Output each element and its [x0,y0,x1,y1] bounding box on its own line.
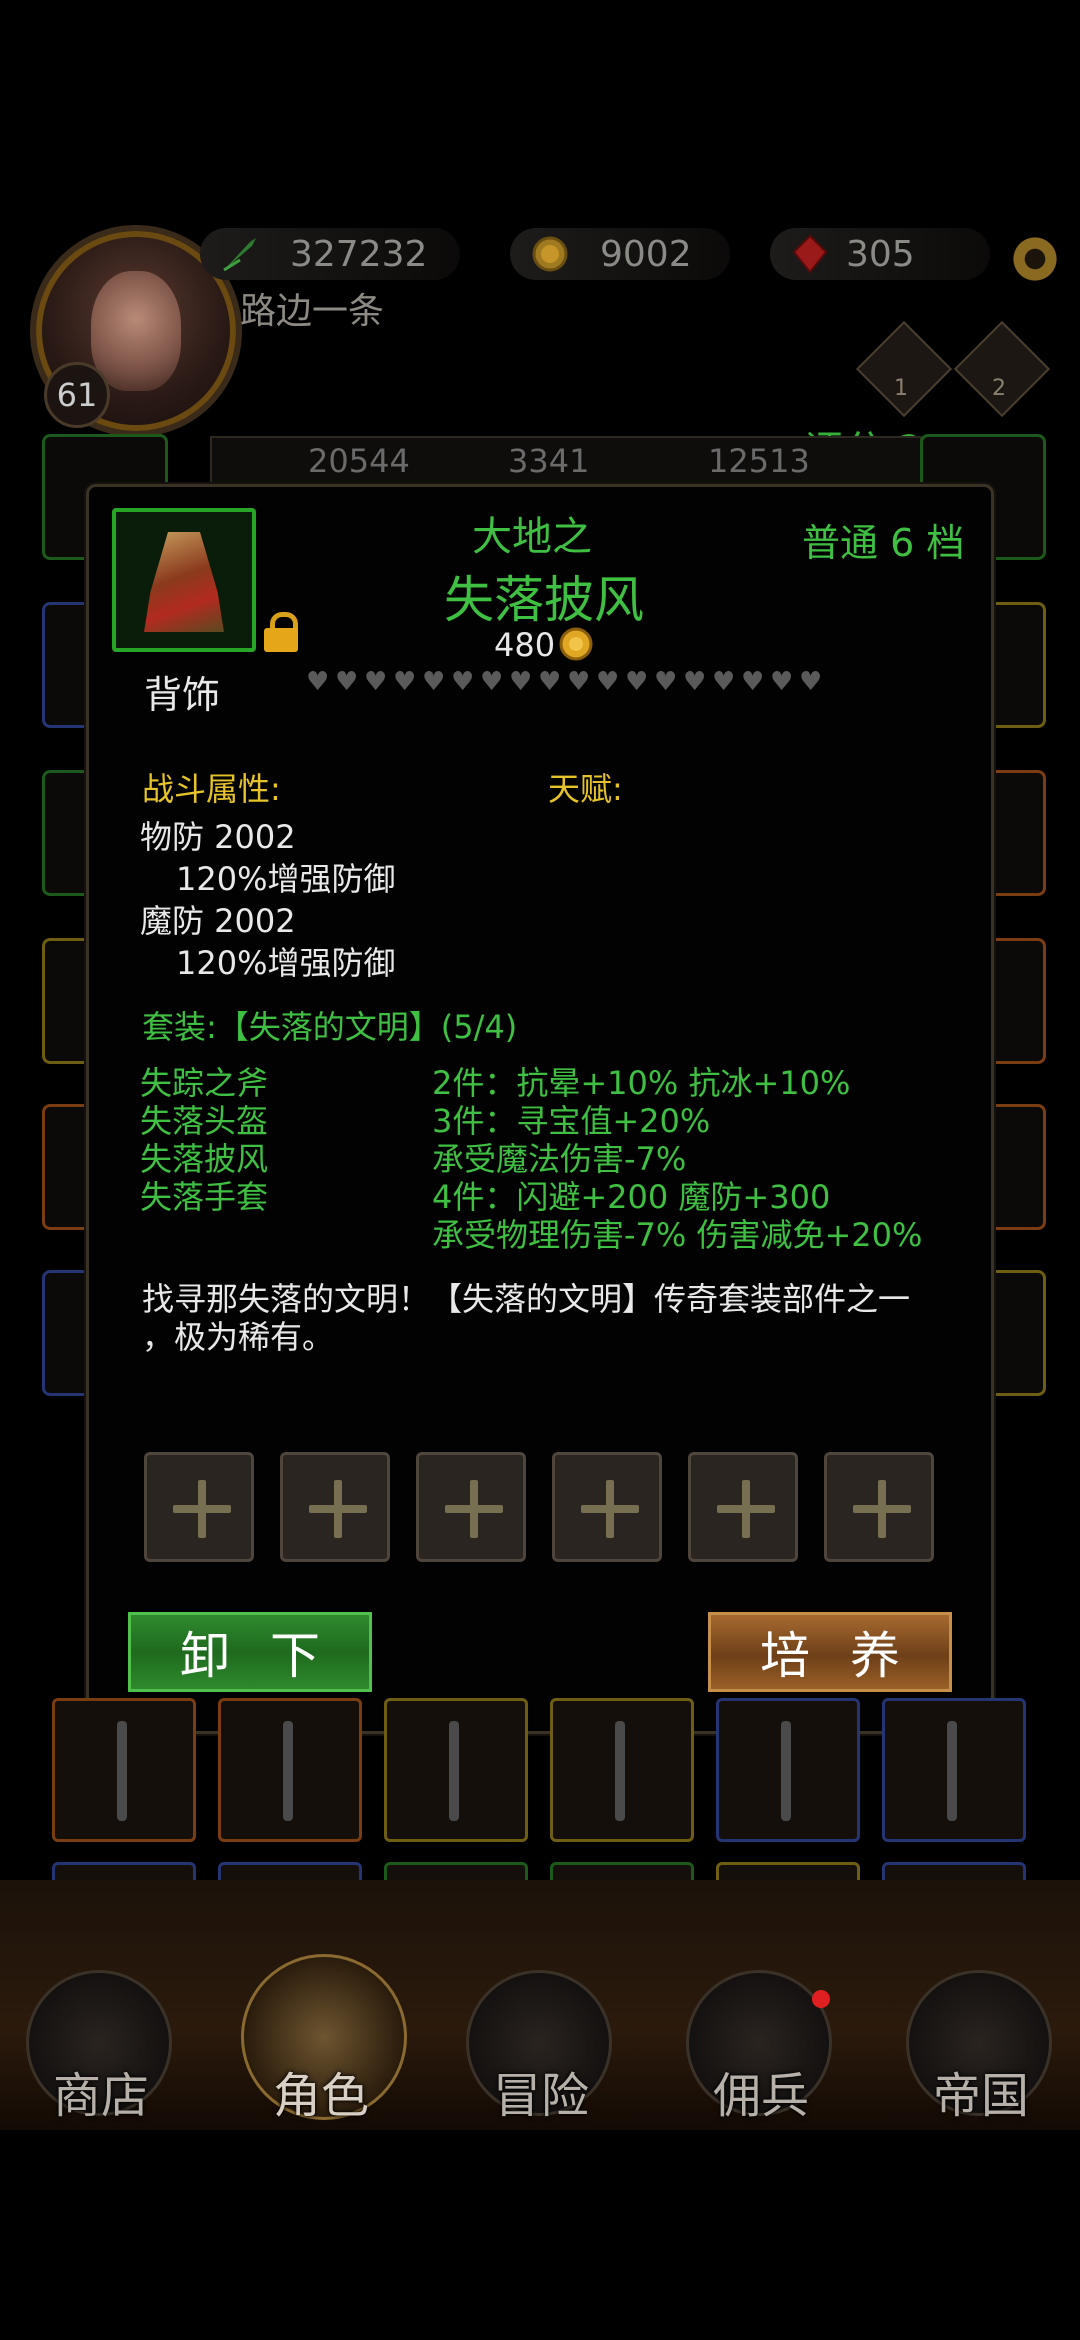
heart-icon: ♥ [509,667,533,697]
item-description-line2: ，极为稀有。 [142,1318,335,1356]
bg-stat-2: 3341 [508,442,590,480]
slot-label: 背饰 [144,673,221,717]
gem-stat: 305 [770,228,990,280]
stat-physical-defense: 物防 2002 [140,818,296,856]
heart-icon: ♥ [393,667,417,697]
inventory-slot[interactable] [550,1698,694,1842]
set-piece: 失落手套 [140,1178,269,1216]
heart-icon: ♥ [654,667,678,697]
set-bonus: 承受物理伤害-7% 伤害减免+20% [432,1216,923,1254]
heart-icon: ♥ [538,667,562,697]
nav-character-label: 角色 [272,2068,369,2124]
level-badge: 61 [44,362,110,428]
train-button[interactable]: 培养 [708,1612,952,1692]
heart-icon: ♥ [306,667,330,697]
heart-icon: ♥ [335,667,359,697]
heart-icon: ♥ [451,667,475,697]
bg-stat-1: 20544 [308,442,410,480]
inventory-slot[interactable] [716,1698,860,1842]
nav-empire[interactable]: 帝国 [906,1970,1056,2124]
heart-icon: ♥ [364,667,388,697]
feather-icon [220,234,260,274]
lock-icon[interactable] [264,612,298,652]
inventory-slot[interactable] [52,1698,196,1842]
stat-magic-bonus: 120%增强防御 [176,944,396,982]
inventory-slot[interactable] [384,1698,528,1842]
rank-badge-2[interactable] [953,320,1051,418]
rank-badge-2-num: 2 [992,376,1006,401]
power-stat: 327232 [200,228,460,280]
stat-magic-defense: 魔防 2002 [140,902,296,940]
heart-icon: ♥ [741,667,765,697]
heart-rating: ♥ ♥ ♥ ♥ ♥ ♥ ♥ ♥ ♥ ♥ ♥ ♥ ♥ ♥ ♥ ♥ ♥ ♥ [306,667,824,697]
rank-badge-1-num: 1 [894,376,908,401]
socket-slot-2[interactable] [280,1452,390,1562]
player-name: 路边一条 [240,291,385,332]
notification-dot [812,1990,830,2008]
heart-icon: ♥ [799,667,823,697]
socket-slot-4[interactable] [552,1452,662,1562]
gold-value: 9002 [600,233,692,275]
set-title: 套装:【失落的文明】(5/4) [142,1008,518,1046]
nav-mercenary-label: 佣兵 [712,2068,809,2124]
gem-value: 305 [846,233,915,275]
socket-slot-5[interactable] [688,1452,798,1562]
item-grade: 普通 6 档 [802,521,965,565]
cloak-icon [144,532,224,632]
bg-stat-3: 12513 [708,442,810,480]
nav-empire-label: 帝国 [932,2068,1029,2124]
heart-icon: ♥ [422,667,446,697]
gold-stat: 9002 [510,228,730,280]
nav-shop-label: 商店 [52,2068,149,2124]
item-price: 480 [494,626,556,664]
heart-icon: ♥ [567,667,591,697]
nav-adventure[interactable]: 冒险 [466,1970,616,2124]
nav-shop[interactable]: 商店 [26,1970,176,2124]
socket-slot-1[interactable] [144,1452,254,1562]
item-name: 失落披风 [444,571,644,629]
unequip-button[interactable]: 卸下 [128,1612,372,1692]
gold-coin-icon [530,234,570,274]
heart-icon: ♥ [625,667,649,697]
socket-slot-6[interactable] [824,1452,934,1562]
heart-icon: ♥ [770,667,794,697]
inventory-slot[interactable] [218,1698,362,1842]
stat-physical-bonus: 120%增强防御 [176,860,396,898]
nav-character[interactable]: 角色 [241,1954,407,2124]
red-gem-icon [790,234,830,274]
item-prefix: 大地之 [472,514,592,560]
heart-icon: ♥ [596,667,620,697]
nav-adventure-label: 冒险 [492,2068,589,2124]
item-icon-slot [112,508,256,652]
heart-icon: ♥ [712,667,736,697]
combat-title: 战斗属性: [142,770,281,808]
heart-icon: ♥ [480,667,504,697]
heart-icon: ♥ [683,667,707,697]
inventory-slot[interactable] [882,1698,1026,1842]
gear-icon[interactable] [1010,234,1060,284]
nav-mercenary[interactable]: 佣兵 [686,1970,836,2124]
talent-title: 天赋: [548,770,623,808]
power-value: 327232 [290,233,428,275]
coin-icon [559,627,593,661]
rank-badge-1[interactable] [855,320,953,418]
socket-slot-3[interactable] [416,1452,526,1562]
avatar-portrait [91,271,181,391]
